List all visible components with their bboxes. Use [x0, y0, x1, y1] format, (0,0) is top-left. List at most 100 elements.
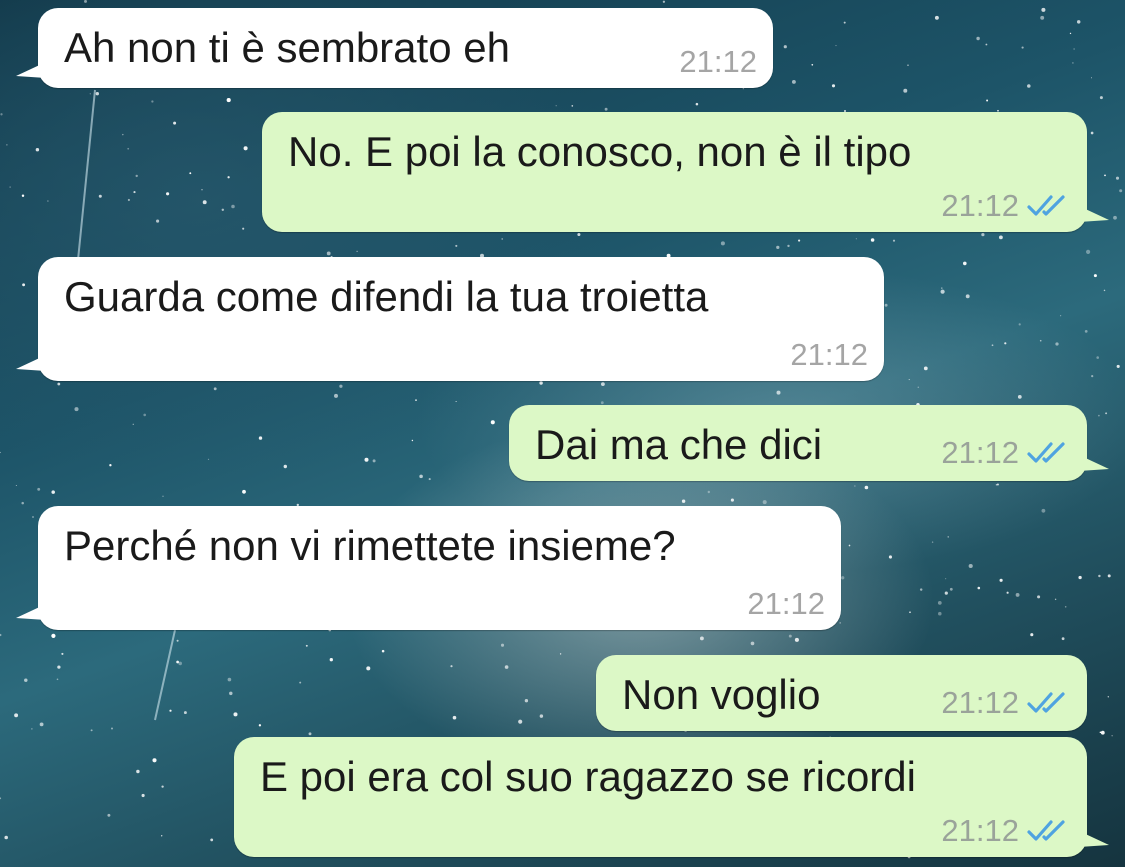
star: [907, 64, 909, 67]
star: [213, 387, 217, 391]
star: [909, 611, 911, 614]
message-timestamp: 21:12: [747, 586, 825, 621]
star: [0, 113, 3, 116]
star: [600, 401, 604, 405]
star: [152, 758, 157, 763]
star: [776, 390, 781, 395]
star: [787, 244, 790, 248]
star: [788, 634, 792, 638]
star: [207, 458, 210, 461]
star: [811, 63, 814, 66]
star: [699, 636, 704, 641]
star: [995, 483, 998, 486]
double-check-read-icon: [1027, 442, 1065, 463]
star: [51, 490, 55, 494]
star: [161, 835, 163, 837]
star: [919, 588, 923, 591]
bubble-tail: [1079, 206, 1109, 222]
message-meta: 21:12: [941, 813, 1071, 849]
message-text: E poi era col suo ragazzo se ricordi: [260, 753, 916, 800]
star: [189, 172, 192, 175]
star: [57, 382, 61, 386]
message-text: Ah non ti è sembrato eh: [64, 24, 510, 71]
bubble-tail: [16, 604, 46, 620]
star: [299, 681, 302, 684]
message-text: No. E poi la conosco, non è il tipo: [288, 128, 912, 175]
star: [571, 105, 574, 107]
star: [283, 464, 287, 469]
star: [1086, 249, 1091, 254]
star: [57, 665, 61, 669]
star: [962, 261, 967, 266]
star: [518, 719, 523, 724]
star: [143, 413, 147, 417]
star: [32, 516, 34, 518]
star: [452, 715, 457, 720]
message-bubble-outgoing[interactable]: No. E poi la conosco, non è il tipo 21:1…: [262, 112, 1109, 232]
star: [202, 200, 207, 205]
star: [949, 587, 953, 591]
star: [791, 79, 796, 84]
star: [1027, 84, 1031, 88]
star: [136, 769, 140, 774]
star: [1090, 77, 1093, 79]
message-bubble-incoming[interactable]: Perché non vi rimettete insieme? 21:12: [16, 506, 841, 630]
star: [21, 501, 24, 505]
bubble-tail: [1079, 455, 1109, 471]
star: [941, 287, 943, 289]
star: [201, 189, 203, 191]
meteor-streak: [77, 89, 96, 261]
star: [1115, 176, 1120, 180]
star: [22, 283, 26, 287]
star: [1111, 735, 1113, 737]
star: [1040, 15, 1045, 20]
star: [555, 105, 557, 107]
star: [1061, 637, 1065, 641]
star: [524, 699, 529, 703]
star: [776, 245, 780, 250]
star: [411, 439, 414, 442]
star: [227, 677, 232, 682]
star: [938, 611, 942, 616]
star: [258, 436, 263, 440]
star: [450, 665, 453, 668]
star: [127, 147, 130, 150]
star: [231, 204, 235, 209]
star: [1015, 592, 1020, 597]
star: [1078, 575, 1082, 580]
star: [500, 643, 505, 647]
star: [334, 393, 338, 398]
star: [1004, 342, 1007, 345]
message-bubble-outgoing[interactable]: Dai ma che dici 21:12: [509, 405, 1109, 481]
star: [326, 251, 331, 256]
star: [233, 712, 238, 717]
message-bubble-incoming[interactable]: Guarda come difendi la tua troietta 21:1…: [16, 257, 884, 381]
message-bubble-incoming[interactable]: Ah non ti è sembrato eh 21:12: [16, 8, 773, 88]
meteor-streak: [154, 629, 176, 721]
star: [242, 227, 245, 230]
star: [305, 644, 308, 647]
message-bubble-outgoing[interactable]: E poi era col suo ragazzo se ricordi 21:…: [234, 737, 1109, 857]
star: [831, 84, 836, 88]
star: [1104, 174, 1106, 177]
star: [178, 661, 182, 666]
star: [1041, 508, 1046, 513]
star: [308, 732, 312, 736]
star: [1084, 330, 1088, 333]
message-bubble-outgoing[interactable]: Non voglio 21:12: [596, 655, 1087, 731]
star: [109, 464, 112, 467]
star: [835, 45, 837, 47]
star: [968, 563, 973, 569]
star: [892, 239, 896, 242]
star: [848, 544, 851, 547]
star: [242, 489, 246, 494]
star: [14, 713, 19, 718]
message-timestamp: 21:12: [941, 685, 1019, 720]
star: [604, 107, 608, 111]
star: [695, 102, 699, 106]
star: [908, 379, 910, 381]
star: [339, 384, 343, 388]
star: [1096, 356, 1099, 359]
star: [855, 238, 857, 240]
star: [90, 729, 93, 732]
